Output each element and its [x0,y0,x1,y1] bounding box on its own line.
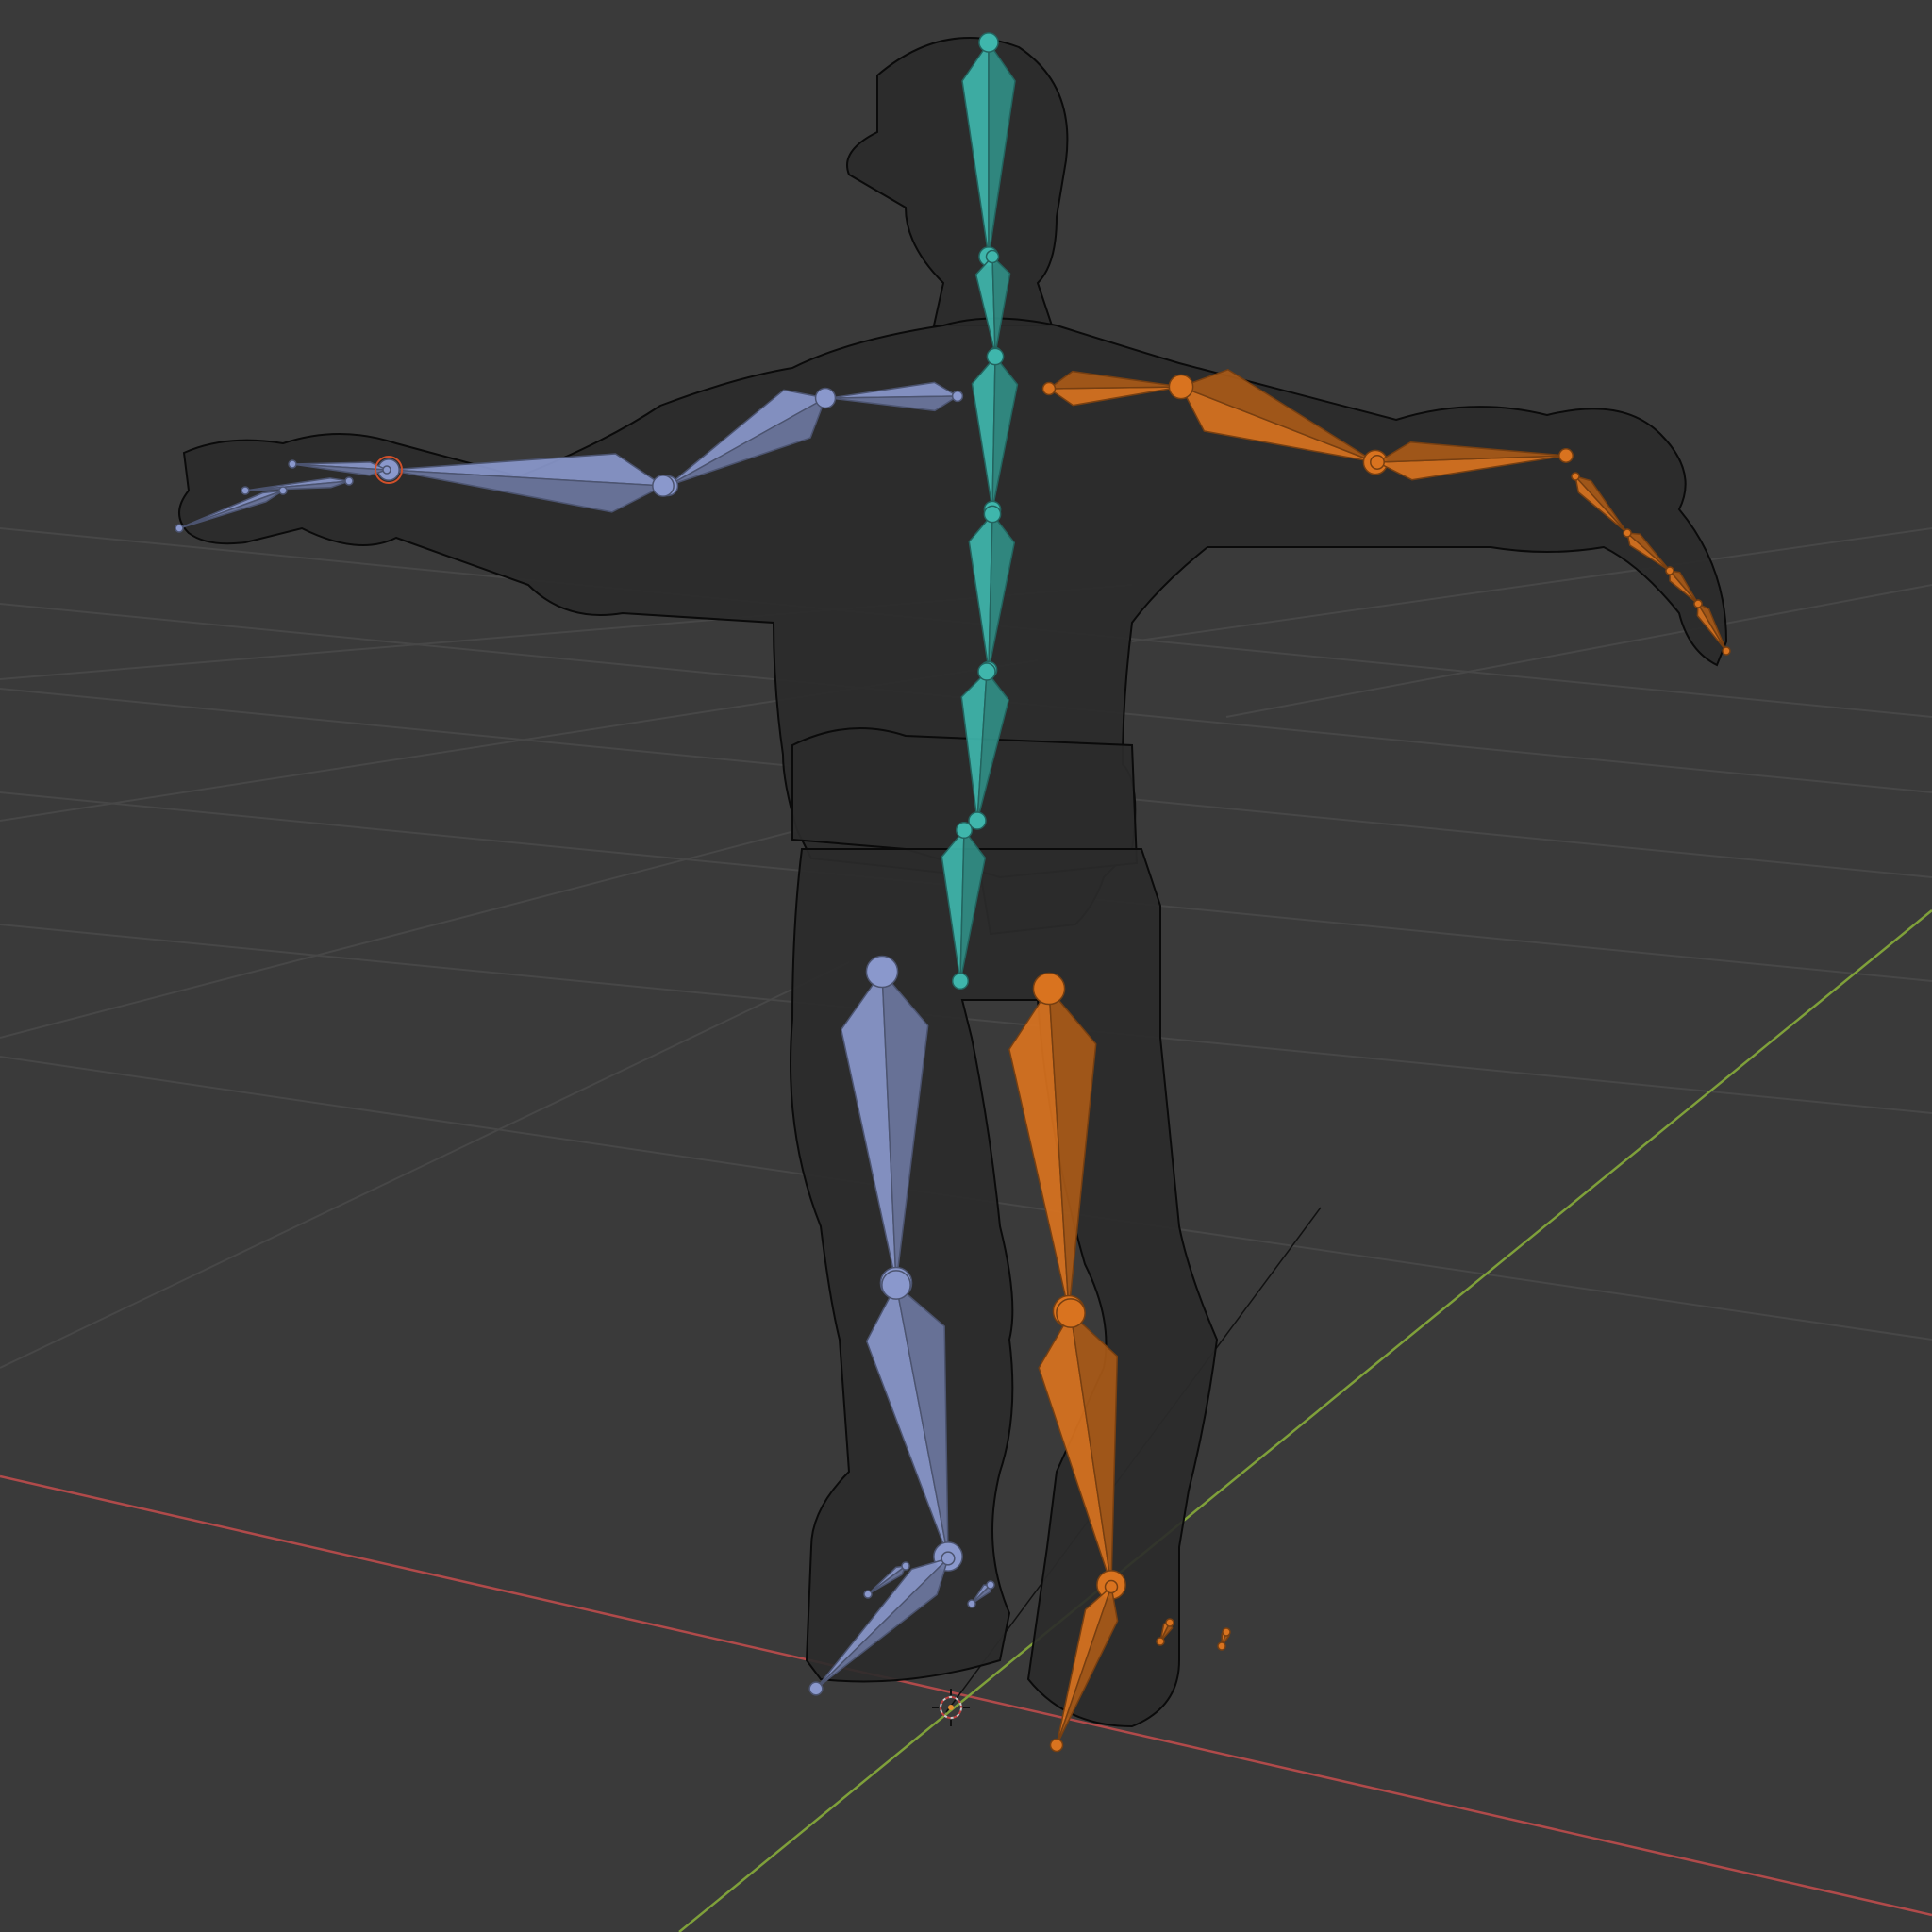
bone-joint[interactable] [1104,1579,1119,1594]
bone-joint[interactable] [241,486,250,495]
bone-joint[interactable] [1165,1618,1174,1627]
viewport-canvas[interactable] [0,0,1932,1932]
bone-joint[interactable] [901,1561,910,1571]
bone-joint[interactable] [288,459,297,469]
bone-joint[interactable] [951,972,970,991]
bone-joint[interactable] [814,387,837,409]
bone-joint[interactable] [967,1599,976,1608]
bone-joint[interactable] [863,1590,873,1599]
bone-joint[interactable] [978,32,999,53]
bone-finger[interactable] [1217,1627,1231,1651]
bone-joint[interactable] [1571,472,1580,481]
bone-joint[interactable] [808,1681,824,1696]
bone-joint[interactable] [881,1270,911,1300]
bone-joint[interactable] [1032,972,1066,1006]
3d-viewport[interactable] [0,0,1932,1932]
bone-joint[interactable] [382,465,391,475]
bone-joint[interactable] [983,505,1002,524]
bone-joint[interactable] [865,955,899,989]
bone-joint[interactable] [1217,1641,1226,1651]
bone-joint[interactable] [1056,1298,1086,1328]
bone-joint[interactable] [1168,374,1194,400]
bone-joint[interactable] [652,475,675,497]
bone-joint[interactable] [1623,528,1632,538]
bone-joint[interactable] [951,390,964,403]
bone-joint[interactable] [1693,599,1703,608]
bone-joint[interactable] [1370,455,1385,470]
bone-joint[interactable] [1665,566,1674,575]
bone-joint[interactable] [1222,1627,1231,1637]
bone-joint[interactable] [1049,1738,1064,1753]
bone-joint[interactable] [955,821,974,840]
bone-joint[interactable] [175,524,184,533]
bone-joint[interactable] [1558,448,1574,463]
bone-joint[interactable] [985,249,1000,264]
bone-joint[interactable] [1722,646,1731,656]
bone-joint[interactable] [1041,381,1057,396]
bone-joint[interactable] [278,486,288,495]
bone-joint[interactable] [986,347,1005,366]
bone-joint[interactable] [977,662,996,681]
bone-joint[interactable] [941,1551,956,1566]
bone-joint[interactable] [986,1580,995,1590]
bone-joint[interactable] [1156,1637,1165,1646]
bone-joint[interactable] [344,476,354,486]
